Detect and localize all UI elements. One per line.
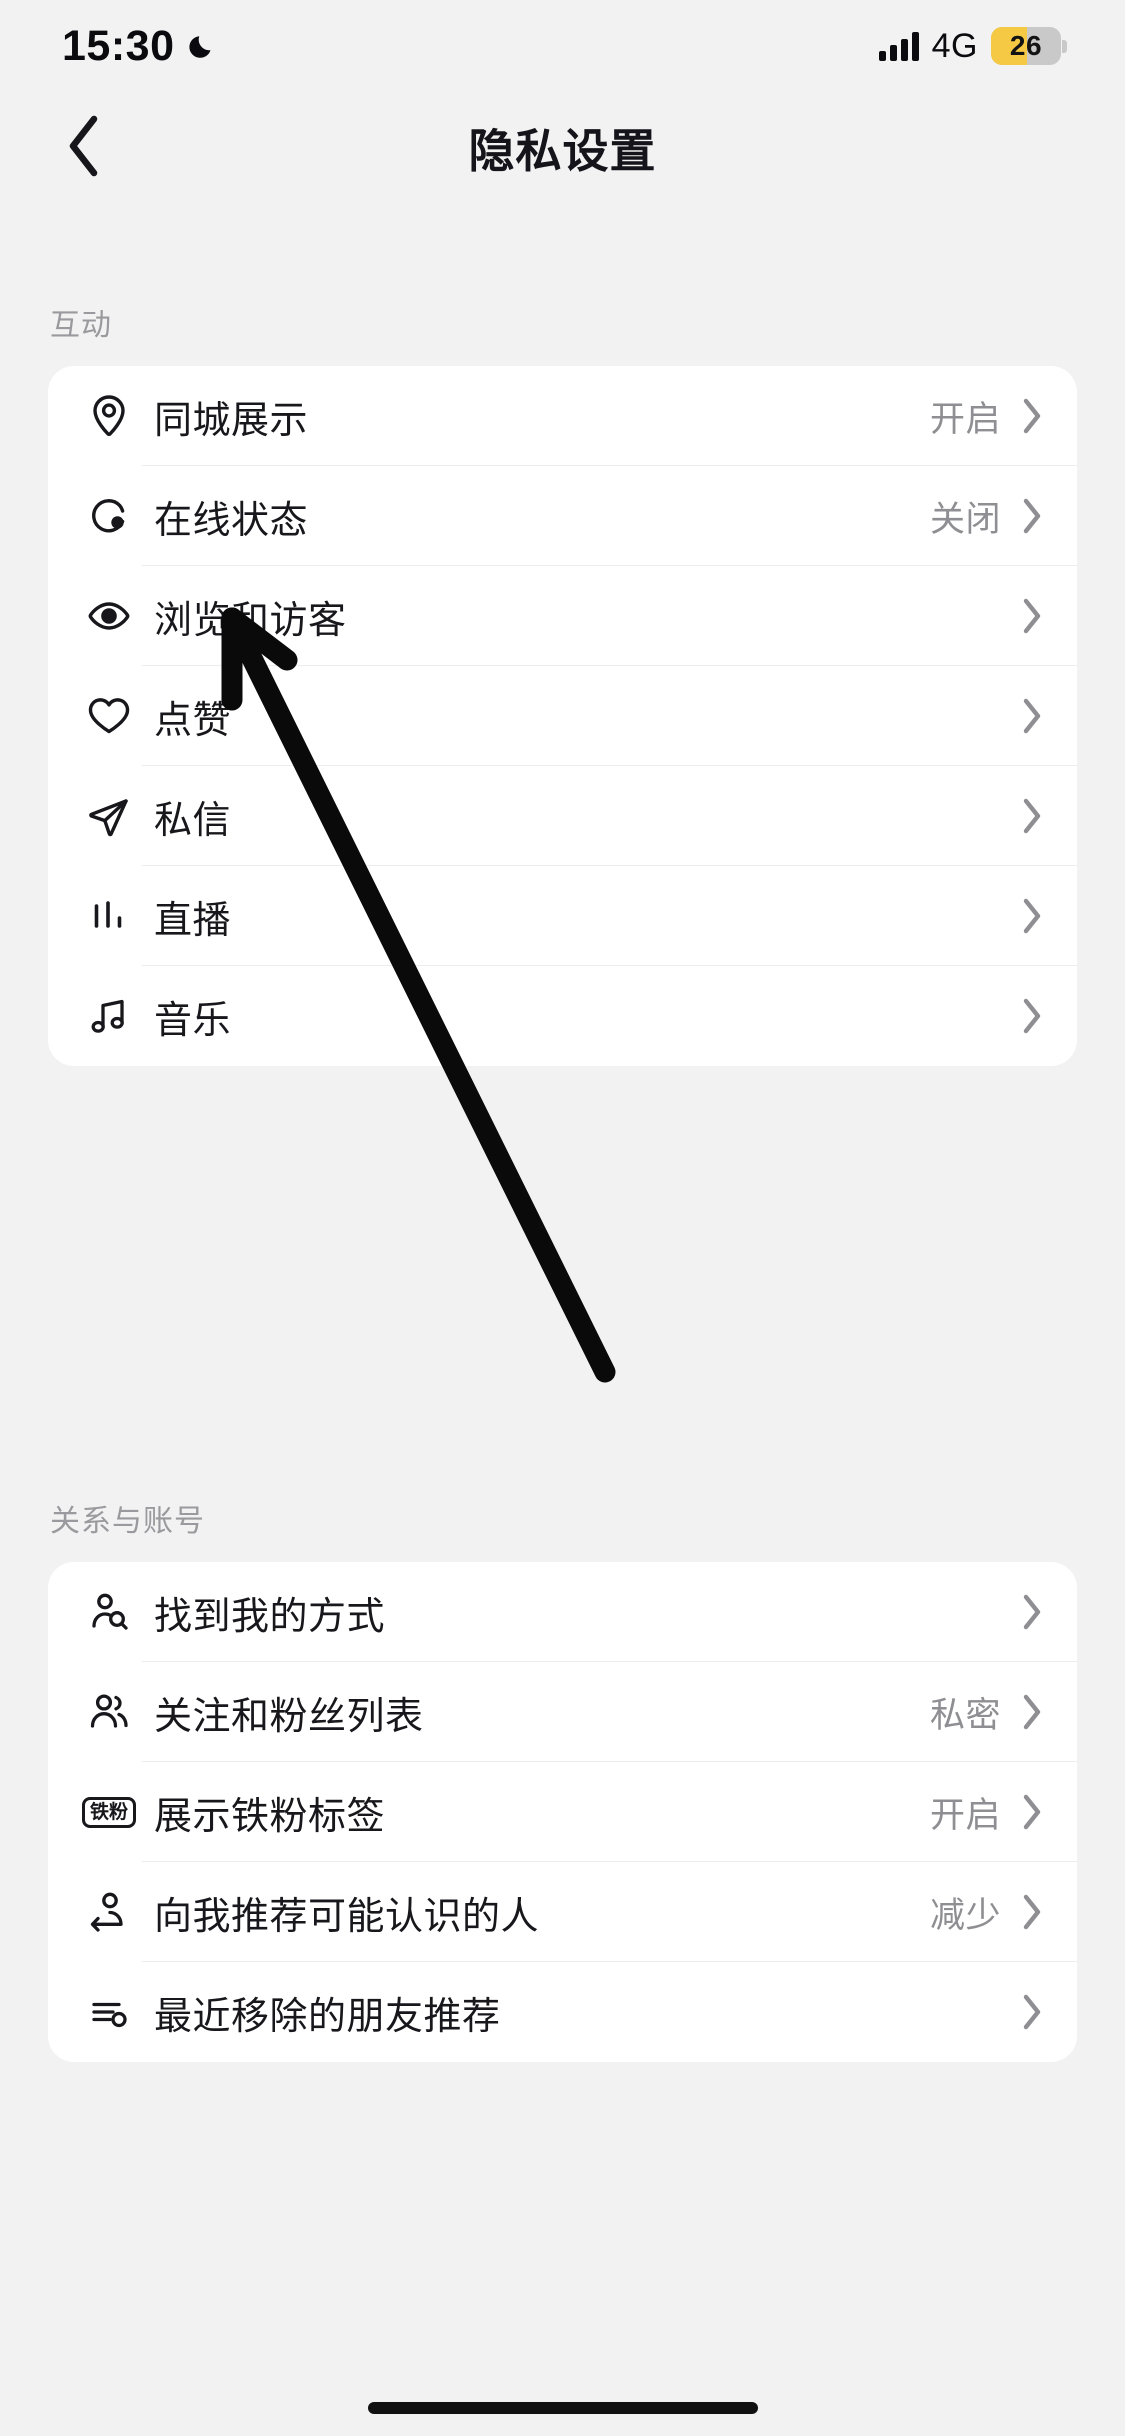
battery-indicator: 26 — [991, 27, 1067, 65]
two-people-icon — [76, 1679, 142, 1745]
paper-plane-icon — [76, 783, 142, 849]
battery-cap — [1062, 40, 1067, 53]
list-item-label: 最近移除的朋友推荐 — [154, 1995, 501, 2038]
chevron-right-icon — [1017, 1793, 1047, 1831]
list-item-label: 音乐 — [154, 999, 232, 1042]
chevron-right-icon — [1017, 797, 1047, 835]
chevron-right-icon — [1017, 697, 1047, 735]
status-bar-left: 15:30 — [62, 22, 218, 71]
list-item-online-status[interactable]: 在线状态 关闭 — [48, 466, 1077, 566]
back-button[interactable] — [38, 92, 128, 204]
music-note-icon — [76, 983, 142, 1049]
list-item-following-followers[interactable]: 关注和粉丝列表 私密 — [48, 1662, 1077, 1762]
live-bars-icon — [76, 883, 142, 949]
chevron-right-icon — [1017, 1593, 1047, 1631]
list-item-label: 直播 — [154, 899, 232, 942]
section-title-relationship: 关系与账号 — [50, 1505, 205, 1538]
list-item-likes[interactable]: 点赞 — [48, 666, 1077, 766]
eye-icon — [76, 583, 142, 649]
list-item-label: 在线状态 — [154, 499, 309, 542]
list-item-recently-removed[interactable]: 最近移除的朋友推荐 — [48, 1962, 1077, 2062]
chevron-right-icon — [1017, 997, 1047, 1035]
chevron-right-icon — [1017, 1693, 1047, 1731]
status-bar: 15:30 4G 26 — [0, 0, 1125, 92]
status-time: 15:30 — [62, 21, 175, 70]
list-item-label: 点赞 — [154, 699, 232, 742]
list-item-label: 找到我的方式 — [154, 1595, 386, 1638]
chevron-right-icon — [1017, 597, 1047, 635]
settings-card-interaction: 同城展示 开启 在线状态 关闭 浏览和访客 点赞 私信 直播 音乐 — [48, 366, 1077, 1066]
list-item-label: 浏览和访客 — [154, 599, 347, 642]
list-item-value: 开启 — [929, 399, 1001, 439]
back-chevron-icon — [65, 115, 101, 182]
nav-bar: 隐私设置 — [0, 92, 1125, 204]
list-item-value: 减少 — [929, 1895, 1001, 1935]
chevron-right-icon — [1017, 1893, 1047, 1931]
list-item-recommend-people[interactable]: 向我推荐可能认识的人 减少 — [48, 1862, 1077, 1962]
section-interaction: 互动 同城展示 开启 在线状态 关闭 浏览和访客 点赞 私信 直播 音乐 — [0, 294, 1125, 1066]
list-item-same-city[interactable]: 同城展示 开启 — [48, 366, 1077, 466]
section-relationship-account: 关系与账号 找到我的方式 关注和粉丝列表 私密 铁粉 展示铁粉标签 开启 向我推… — [0, 1490, 1125, 2062]
person-search-icon — [76, 1579, 142, 1645]
person-recommend-icon — [76, 1879, 142, 1945]
network-type-label: 4G — [931, 26, 978, 65]
chevron-right-icon — [1017, 897, 1047, 935]
list-item-label: 展示铁粉标签 — [154, 1795, 386, 1838]
list-item-iron-fan-badge[interactable]: 铁粉 展示铁粉标签 开启 — [48, 1762, 1077, 1862]
page-title: 隐私设置 — [468, 125, 657, 177]
list-item-browsing-visitors[interactable]: 浏览和访客 — [48, 566, 1077, 666]
cellular-signal-icon — [878, 31, 919, 61]
list-item-direct-message[interactable]: 私信 — [48, 766, 1077, 866]
list-removed-icon — [76, 1979, 142, 2045]
iron-fan-badge-icon: 铁粉 — [76, 1779, 142, 1845]
list-item-music[interactable]: 音乐 — [48, 966, 1077, 1066]
list-item-label: 私信 — [154, 799, 232, 842]
chevron-right-icon — [1017, 397, 1047, 435]
chevron-right-icon — [1017, 497, 1047, 535]
phone-screen: 15:30 4G 26 隐私设置 互动 同城展示 开启 在线状态 关闭 浏览和访… — [0, 0, 1125, 2436]
location-pin-icon — [76, 383, 142, 449]
heart-icon — [76, 683, 142, 749]
battery-level-label: 26 — [1009, 30, 1043, 61]
list-item-value: 开启 — [929, 1795, 1001, 1835]
list-item-live[interactable]: 直播 — [48, 866, 1077, 966]
iron-fan-badge-text: 铁粉 — [81, 1796, 136, 1828]
list-item-value: 私密 — [929, 1695, 1001, 1735]
list-item-label: 同城展示 — [154, 399, 309, 442]
list-item-label: 关注和粉丝列表 — [154, 1695, 424, 1738]
chevron-right-icon — [1017, 1993, 1047, 2031]
settings-card-relationship: 找到我的方式 关注和粉丝列表 私密 铁粉 展示铁粉标签 开启 向我推荐可能认识的… — [48, 1562, 1077, 2062]
online-status-icon — [76, 483, 142, 549]
list-item-value: 关闭 — [929, 499, 1001, 539]
list-item-label: 向我推荐可能认识的人 — [154, 1895, 540, 1938]
status-bar-right: 4G 26 — [878, 26, 1067, 66]
crescent-moon-icon — [188, 31, 218, 61]
section-title-interaction: 互动 — [50, 309, 112, 342]
home-indicator — [367, 2402, 758, 2414]
list-item-find-me[interactable]: 找到我的方式 — [48, 1562, 1077, 1662]
